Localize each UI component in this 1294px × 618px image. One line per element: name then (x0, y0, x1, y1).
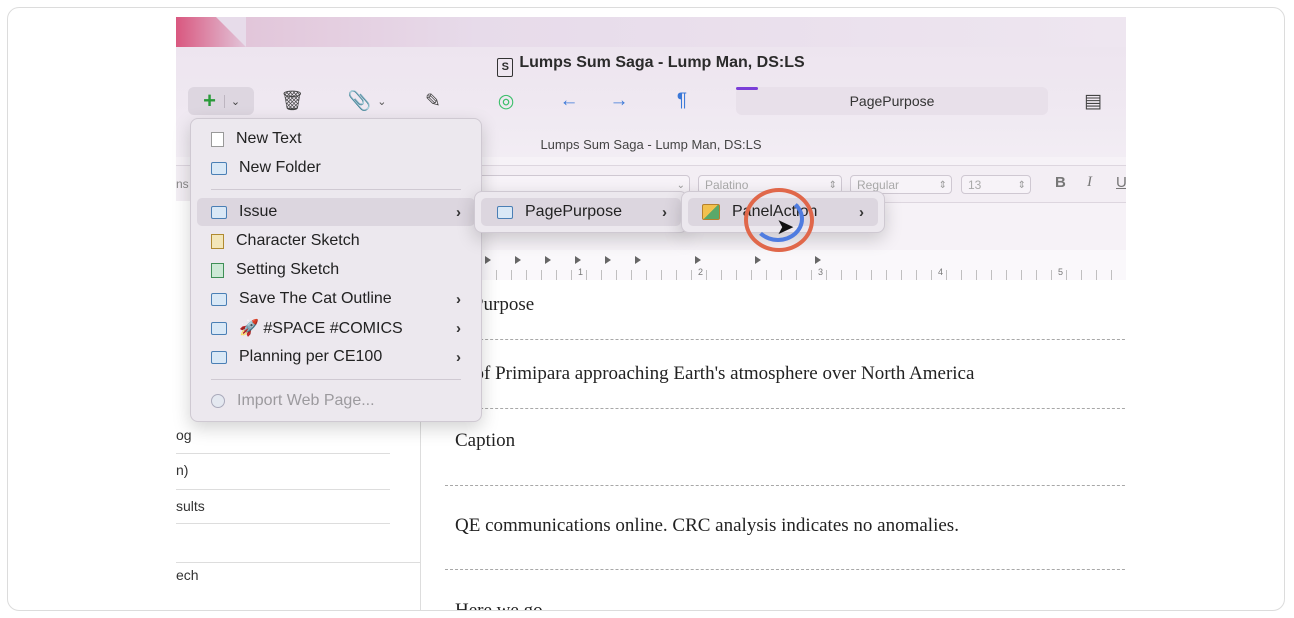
tab-stop[interactable] (515, 256, 521, 264)
folder-icon (497, 205, 513, 219)
binder-divider (176, 453, 390, 454)
binder-divider (176, 489, 390, 490)
paragraph[interactable]: Here we go. (455, 600, 547, 610)
tab-stop[interactable] (605, 256, 611, 264)
trash-button[interactable]: 🗑 (280, 87, 304, 115)
mouse-cursor-icon: ➤ (776, 214, 795, 239)
ruler-number: 2 (698, 267, 704, 277)
ruler-number: 1 (578, 267, 584, 277)
chevron-down-icon: ⌄ (377, 95, 387, 108)
section-separator (445, 485, 1126, 486)
add-button[interactable]: + ⌄ (188, 87, 254, 115)
compose-button[interactable]: ✎ (420, 87, 446, 115)
binder-divider (176, 523, 390, 524)
menu-item-space-comics[interactable]: 🚀 #SPACE #COMICS › (197, 314, 475, 342)
editor[interactable]: gePurpose ot of Primipara approaching Ea… (421, 280, 1126, 610)
paperclip-icon: 📎 (347, 91, 372, 112)
issue-submenu: PagePurpose › (474, 191, 688, 233)
tab-stop[interactable] (815, 256, 821, 264)
menu-item-save-the-cat-outline[interactable]: Save The Cat Outline › (197, 285, 475, 313)
chevron-right-icon: › (662, 203, 667, 221)
page-icon (211, 131, 224, 147)
web-page-icon (211, 394, 225, 408)
arrow-left-icon: ← (559, 90, 579, 111)
folder-icon (211, 205, 227, 219)
menu-item-issue[interactable]: Issue › (197, 198, 475, 226)
ruler-number: 3 (818, 267, 824, 277)
quick-search-field[interactable]: PagePurpose (736, 87, 1048, 115)
tab-stop[interactable] (545, 256, 551, 264)
compose-icon: ✎ (425, 90, 441, 112)
forward-button[interactable]: → (606, 87, 632, 115)
stepper-icon: ⇕ (938, 180, 947, 191)
menu-separator (211, 189, 461, 190)
invisibles-button[interactable]: ¶ (670, 87, 694, 115)
back-button[interactable]: ← (556, 87, 582, 115)
chevron-right-icon: › (456, 290, 461, 308)
section-separator (445, 339, 1126, 340)
window-title: S Lumps Sum Saga - Lump Man, DS:LS (176, 54, 1126, 77)
trash-icon: 🗑 (279, 91, 305, 112)
ruler-number: 4 (938, 267, 944, 277)
menu-item-pagepurpose[interactable]: PagePurpose › (481, 198, 681, 226)
chevron-right-icon: › (456, 348, 461, 366)
binder-item[interactable]: n) (176, 462, 390, 478)
chevron-right-icon: › (859, 203, 864, 221)
folder-icon (211, 350, 227, 364)
menu-item-planning-per-ce100[interactable]: Planning per CE100 › (197, 343, 475, 371)
panel-template-icon (702, 204, 720, 220)
section-separator (445, 569, 1126, 570)
chevron-down-icon[interactable]: ⌄ (223, 94, 247, 108)
binder-divider (176, 562, 420, 563)
setting-sheet-icon (211, 262, 224, 278)
inspector-button[interactable]: ▤ (1080, 87, 1106, 115)
menu-separator (211, 379, 461, 380)
folder-icon (211, 292, 227, 306)
tab-stop[interactable] (485, 256, 491, 264)
binder-item[interactable]: og (176, 427, 390, 443)
menu-item-new-text[interactable]: New Text (197, 125, 475, 153)
arrow-right-icon: → (609, 90, 629, 111)
tab-stop[interactable] (575, 256, 581, 264)
binder-item[interactable]: sults (176, 498, 390, 514)
search-accent (736, 87, 758, 90)
pilcrow-icon: ¶ (676, 90, 688, 111)
menu-item-character-sketch[interactable]: Character Sketch (197, 227, 475, 255)
inspector-icon: ▤ (1084, 90, 1102, 112)
tab-stop[interactable] (755, 256, 761, 264)
folder-icon (211, 161, 227, 175)
chevron-right-icon: › (456, 319, 461, 337)
document-icon: S (497, 58, 514, 77)
menu-item-new-folder[interactable]: New Folder (197, 154, 475, 182)
attachment-button[interactable]: 📎 ⌄ (342, 87, 392, 115)
stepper-icon: ⇕ (1017, 180, 1026, 191)
bold-button[interactable]: B (1055, 174, 1066, 191)
paragraph[interactable]: QE communications online. CRC analysis i… (455, 515, 959, 537)
plus-icon: + (203, 88, 216, 113)
size-select[interactable]: 13 ⇕ (961, 175, 1031, 194)
folder-icon (211, 321, 227, 335)
menu-item-setting-sketch[interactable]: Setting Sketch (197, 256, 475, 284)
paragraph[interactable]: ot of Primipara approaching Earth's atmo… (455, 363, 974, 385)
ruler[interactable]: 1 2 3 4 5 (421, 250, 1126, 281)
tab-stop[interactable] (635, 256, 641, 264)
menu-item-import-web-page: Import Web Page... (197, 387, 475, 415)
tab-stop[interactable] (695, 256, 701, 264)
section-separator (445, 408, 1126, 409)
ruler-number: 5 (1058, 267, 1064, 277)
character-sheet-icon (211, 233, 224, 249)
chevron-right-icon: › (456, 203, 461, 221)
underline-button[interactable]: U (1116, 174, 1126, 191)
binder-item[interactable]: ech (176, 567, 390, 583)
target-icon: ◎ (497, 90, 515, 112)
italic-button[interactable]: I (1087, 174, 1092, 191)
paragraph[interactable]: Caption (455, 430, 515, 452)
add-menu: New Text New Folder Issue › Character Sk… (190, 118, 482, 422)
desktop-wallpaper (176, 17, 1126, 47)
target-button[interactable]: ◎ (492, 87, 520, 115)
